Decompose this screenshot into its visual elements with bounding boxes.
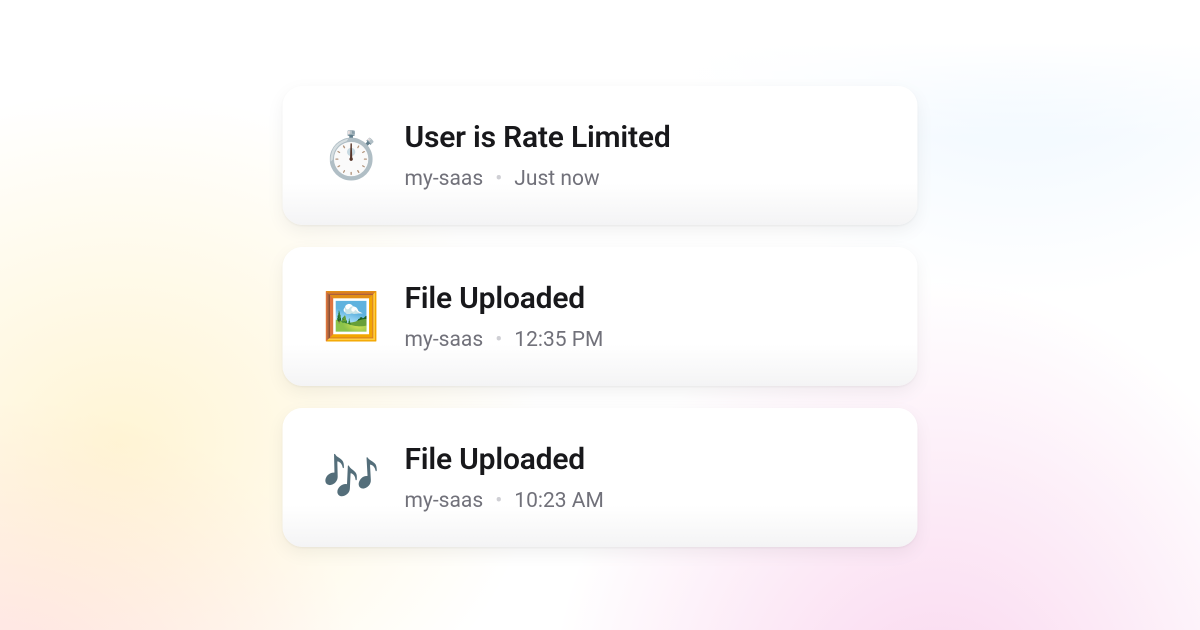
- notification-title: User is Rate Limited: [405, 120, 671, 155]
- notification-meta: my-saas • 10:23 AM: [405, 489, 604, 513]
- notification-card[interactable]: 🎶 File Uploaded my-saas • 10:23 AM: [283, 408, 918, 547]
- notification-card[interactable]: 🖼️ File Uploaded my-saas • 12:35 PM: [283, 247, 918, 386]
- music-notes-icon: 🎶: [323, 451, 377, 505]
- notification-project: my-saas: [405, 167, 484, 191]
- framed-picture-icon: 🖼️: [323, 290, 377, 344]
- meta-separator: •: [495, 489, 502, 513]
- meta-separator: •: [495, 167, 502, 191]
- notification-body: User is Rate Limited my-saas • Just now: [405, 120, 671, 191]
- notification-timestamp: Just now: [514, 167, 599, 191]
- notification-project: my-saas: [405, 489, 484, 513]
- notification-timestamp: 10:23 AM: [514, 489, 604, 513]
- notification-title: File Uploaded: [405, 442, 604, 477]
- notification-body: File Uploaded my-saas • 10:23 AM: [405, 442, 604, 513]
- notification-meta: my-saas • Just now: [405, 167, 671, 191]
- notification-body: File Uploaded my-saas • 12:35 PM: [405, 281, 604, 352]
- stopwatch-icon: ⏱️: [323, 129, 377, 183]
- notification-card[interactable]: ⏱️ User is Rate Limited my-saas • Just n…: [283, 86, 918, 225]
- notification-project: my-saas: [405, 328, 484, 352]
- notification-meta: my-saas • 12:35 PM: [405, 328, 604, 352]
- notification-timestamp: 12:35 PM: [514, 328, 603, 352]
- notification-list: ⏱️ User is Rate Limited my-saas • Just n…: [283, 86, 918, 547]
- meta-separator: •: [495, 328, 502, 352]
- notification-title: File Uploaded: [405, 281, 604, 316]
